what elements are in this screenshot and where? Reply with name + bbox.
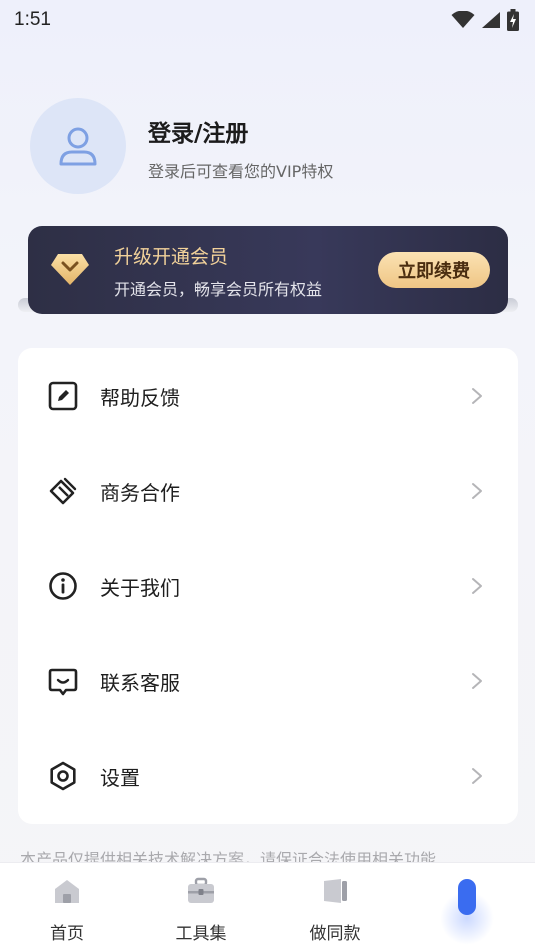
home-icon — [55, 880, 79, 903]
status-time: 1:51 — [14, 9, 51, 30]
tab-make-same[interactable]: 做同款 — [280, 863, 390, 951]
menu-item-label: 商务合作 — [100, 481, 180, 505]
vip-card[interactable]: 升级开通会员 开通会员，畅享会员所有权益 立即续费 — [28, 226, 508, 314]
chevron-right-icon — [472, 578, 482, 594]
menu-item-customer-service[interactable]: 联系客服 — [18, 633, 518, 728]
tab-home[interactable]: 首页 — [12, 863, 122, 951]
signal-icon — [482, 12, 500, 28]
menu-item-label: 联系客服 — [100, 671, 180, 695]
toolbox-icon — [188, 877, 214, 903]
diamond-icon — [51, 254, 89, 285]
battery-charging-icon — [507, 9, 519, 31]
menu-item-help-feedback[interactable]: 帮助反馈 — [18, 348, 518, 443]
menu-card: 帮助反馈 商务合作 关于我们 联系客服 设置 — [18, 348, 518, 824]
profile-section[interactable]: 登录/注册 登录后可查看您的VIP特权 — [30, 98, 510, 198]
menu-item-settings[interactable]: 设置 — [18, 728, 518, 823]
menu-item-about-us[interactable]: 关于我们 — [18, 538, 518, 633]
user-icon — [59, 127, 97, 166]
menu-item-label: 帮助反馈 — [100, 386, 180, 410]
vip-title: 升级开通会员 — [114, 246, 229, 268]
menu-item-label: 关于我们 — [100, 576, 180, 600]
wifi-icon — [451, 11, 475, 28]
avatar[interactable] — [30, 98, 126, 194]
status-icons — [451, 9, 519, 31]
tab-label: 工具集 — [175, 924, 227, 944]
info-icon — [49, 572, 77, 600]
handshake-icon — [49, 477, 77, 505]
bottom-tab-bar: 首页 工具集 做同款 — [0, 862, 535, 951]
tab-label: 首页 — [50, 924, 84, 944]
renew-button[interactable]: 立即续费 — [378, 252, 490, 288]
edit-feedback-icon — [48, 381, 78, 411]
tab-label: 做同款 — [309, 924, 361, 944]
template-icon — [324, 879, 347, 903]
tab-toolbox[interactable]: 工具集 — [146, 863, 256, 951]
chevron-right-icon — [472, 673, 482, 689]
chevron-right-icon — [472, 768, 482, 784]
settings-hexagon-icon — [50, 761, 76, 791]
login-register-link[interactable]: 登录/注册 — [148, 114, 248, 148]
chevron-right-icon — [472, 388, 482, 404]
menu-item-business[interactable]: 商务合作 — [18, 443, 518, 538]
vip-banner[interactable]: 升级开通会员 开通会员，畅享会员所有权益 立即续费 — [18, 226, 518, 318]
chevron-right-icon — [472, 483, 482, 499]
login-hint: 登录后可查看您的VIP特权 — [148, 162, 334, 181]
mine-icon[interactable] — [458, 879, 476, 915]
status-bar: 1:51 — [0, 0, 535, 40]
menu-item-label: 设置 — [100, 766, 140, 790]
vip-subtitle: 开通会员，畅享会员所有权益 — [114, 280, 323, 299]
chat-service-icon — [48, 668, 78, 696]
